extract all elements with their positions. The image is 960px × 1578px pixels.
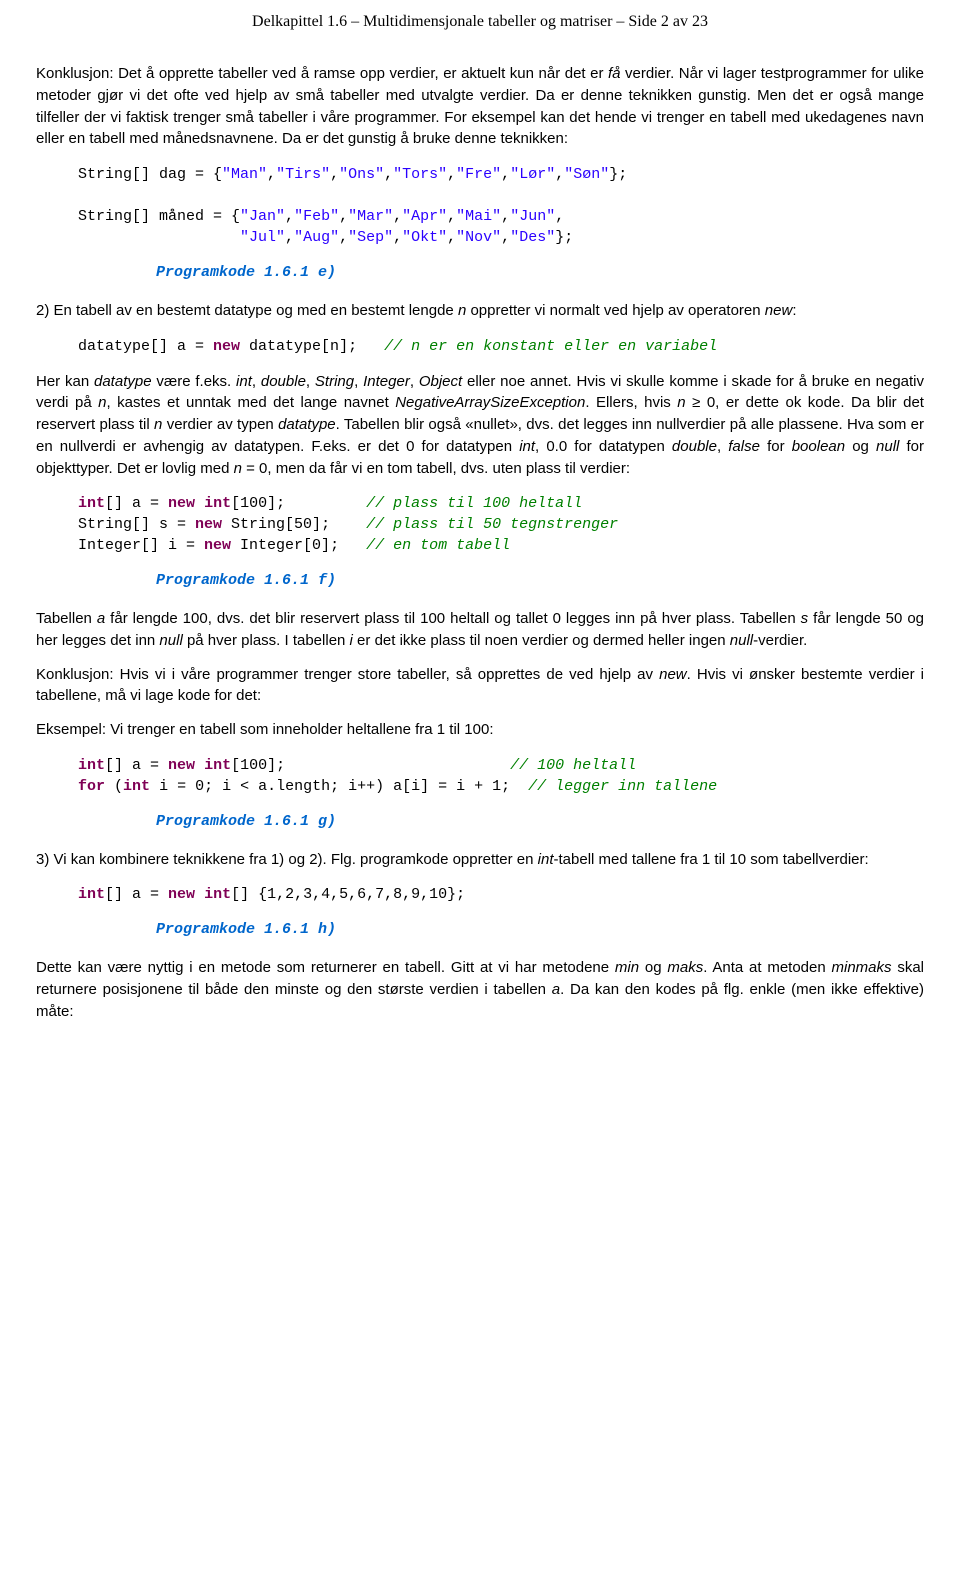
paragraph-2: 2) En tabell av en bestemt datatype og m…	[36, 300, 924, 322]
code-caption-e: Programkode 1.6.1 e)	[156, 262, 924, 284]
code-block-f: int[] a = new int[100]; // plass til 100…	[60, 493, 924, 556]
page-header: Delkapittel 1.6 – Multidimensjonale tabe…	[36, 10, 924, 33]
code-block-h: int[] a = new int[] {1,2,3,4,5,6,7,8,9,1…	[60, 884, 924, 905]
paragraph-8: Dette kan være nyttig i en metode som re…	[36, 957, 924, 1022]
paragraph-5: Konklusjon: Hvis vi i våre programmer tr…	[36, 664, 924, 708]
paragraph-3: Her kan datatype være f.eks. int, double…	[36, 371, 924, 480]
code-block-g: int[] a = new int[100]; // 100 heltall f…	[60, 755, 924, 797]
code-caption-h: Programkode 1.6.1 h)	[156, 919, 924, 941]
paragraph-7: 3) Vi kan kombinere teknikkene fra 1) og…	[36, 849, 924, 871]
paragraph-6: Eksempel: Vi trenger en tabell som inneh…	[36, 719, 924, 741]
code-caption-g: Programkode 1.6.1 g)	[156, 811, 924, 833]
code-caption-f: Programkode 1.6.1 f)	[156, 570, 924, 592]
code-block-e: String[] dag = {"Man","Tirs","Ons","Tors…	[60, 164, 924, 248]
paragraph-conclusion-1: Konklusjon: Det å opprette tabeller ved …	[36, 63, 924, 150]
code-block-datatype: datatype[] a = new datatype[n]; // n er …	[60, 336, 924, 357]
paragraph-4: Tabellen a får lengde 100, dvs. det blir…	[36, 608, 924, 652]
